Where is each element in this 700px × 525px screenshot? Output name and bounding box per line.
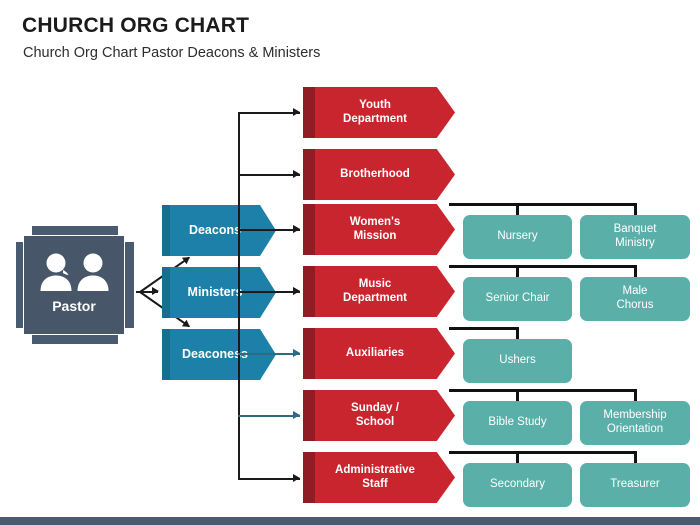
label-line-1: Nursery (497, 230, 538, 243)
connector-bracket-administrative-staff (449, 451, 636, 454)
connector-bracket-womens-mission (449, 203, 636, 206)
label-line-2: Staff (362, 477, 388, 490)
label-line-2: Orientation (606, 423, 664, 435)
node-senior-chair[interactable]: Senior Chair (463, 277, 572, 321)
footer-accent-bar (0, 517, 700, 525)
label-line-2: School (355, 415, 395, 428)
label-line-1: Treasurer (610, 478, 660, 491)
node-brotherhood-edge (303, 149, 315, 200)
node-bible-study[interactable]: Bible Study (463, 401, 572, 445)
connector-branch-admin-staff (238, 478, 300, 480)
connector-branch-music (238, 291, 300, 293)
node-administrative-staff-label: Administrative Staff (315, 452, 435, 503)
node-music-department-label: Music Department (315, 266, 435, 317)
arrowhead-branch-youth (293, 108, 300, 116)
connector-branch-brotherhood (238, 174, 300, 176)
label-line-1: Bible Study (488, 416, 547, 429)
node-pastor-label: Pastor (52, 298, 96, 314)
label-line-1: Women's (349, 215, 401, 228)
node-deaconess-edge (162, 329, 170, 380)
node-sunday-school-edge (303, 390, 315, 441)
label-line-1: Membership (603, 409, 667, 422)
connector-branch-womens-mission (238, 229, 300, 231)
label-line-1: Senior Chair (485, 292, 550, 305)
arrowhead-pastor-to-ministers (152, 287, 159, 295)
label-line-2: Mission (353, 229, 397, 242)
node-ushers[interactable]: Ushers (463, 339, 572, 383)
connector-bracket-music-department (449, 265, 636, 268)
node-administrative-staff-edge (303, 452, 315, 503)
node-pastor[interactable]: Pastor (16, 226, 134, 344)
node-nursery[interactable]: Nursery (463, 215, 572, 259)
label-line-2: Department (343, 112, 407, 125)
connector-branch-sunday-school (238, 415, 300, 417)
node-secondary[interactable]: Secondary (463, 463, 572, 507)
node-womens-mission-label: Women's Mission (315, 204, 435, 255)
connector-branch-youth (238, 112, 300, 114)
arrowhead-branch-womens-mission (293, 225, 300, 233)
node-male-chorus[interactable]: Male Chorus (580, 277, 690, 321)
connector-branch-auxiliaries (238, 353, 300, 355)
label-line-1: Banquet (613, 223, 657, 236)
arrowhead-branch-auxiliaries (293, 349, 300, 357)
connector-bracket-auxiliaries (449, 327, 518, 330)
label-line-1: Secondary (490, 478, 545, 491)
label-line-1: Ushers (499, 354, 536, 367)
label-line-2: Chorus (616, 299, 654, 311)
label-line-1: Sunday / (351, 401, 399, 414)
label-line-1: Male (622, 285, 648, 298)
label-line-1: Administrative (335, 463, 415, 476)
label-line-2: Ministry (615, 237, 655, 249)
label-line-2: Department (343, 291, 407, 304)
two-people-icon (24, 236, 124, 306)
node-banquet-ministry[interactable]: Banquet Ministry (580, 215, 690, 259)
node-youth-department-label: Youth Department (315, 87, 435, 138)
node-womens-mission-edge (303, 204, 315, 255)
node-youth-department-edge (303, 87, 315, 138)
node-brotherhood-label: Brotherhood (340, 167, 410, 180)
arrowhead-branch-sunday-school (293, 411, 300, 419)
page-subtitle: Church Org Chart Pastor Deacons & Minist… (23, 45, 321, 61)
node-treasurer[interactable]: Treasurer (580, 463, 690, 507)
node-music-department-edge (303, 266, 315, 317)
label-line-1: Youth (359, 98, 391, 111)
org-chart-slide: CHURCH ORG CHART Church Org Chart Pastor… (0, 0, 700, 525)
node-deacons-edge (162, 205, 170, 256)
node-ministers-edge (162, 267, 170, 318)
arrowhead-branch-brotherhood (293, 170, 300, 178)
arrowhead-branch-admin-staff (293, 474, 300, 482)
connector-bracket-sunday-school (449, 389, 636, 392)
page-title: CHURCH ORG CHART (22, 14, 250, 37)
arrowhead-branch-music (293, 287, 300, 295)
connector-trunk-vertical (238, 112, 240, 480)
node-auxiliaries-label: Auxiliaries (345, 346, 405, 359)
label-line-1: Music (358, 277, 392, 290)
node-membership-orientation[interactable]: Membership Orientation (580, 401, 690, 445)
node-sunday-school-label: Sunday / School (315, 390, 435, 441)
node-auxiliaries-edge (303, 328, 315, 379)
